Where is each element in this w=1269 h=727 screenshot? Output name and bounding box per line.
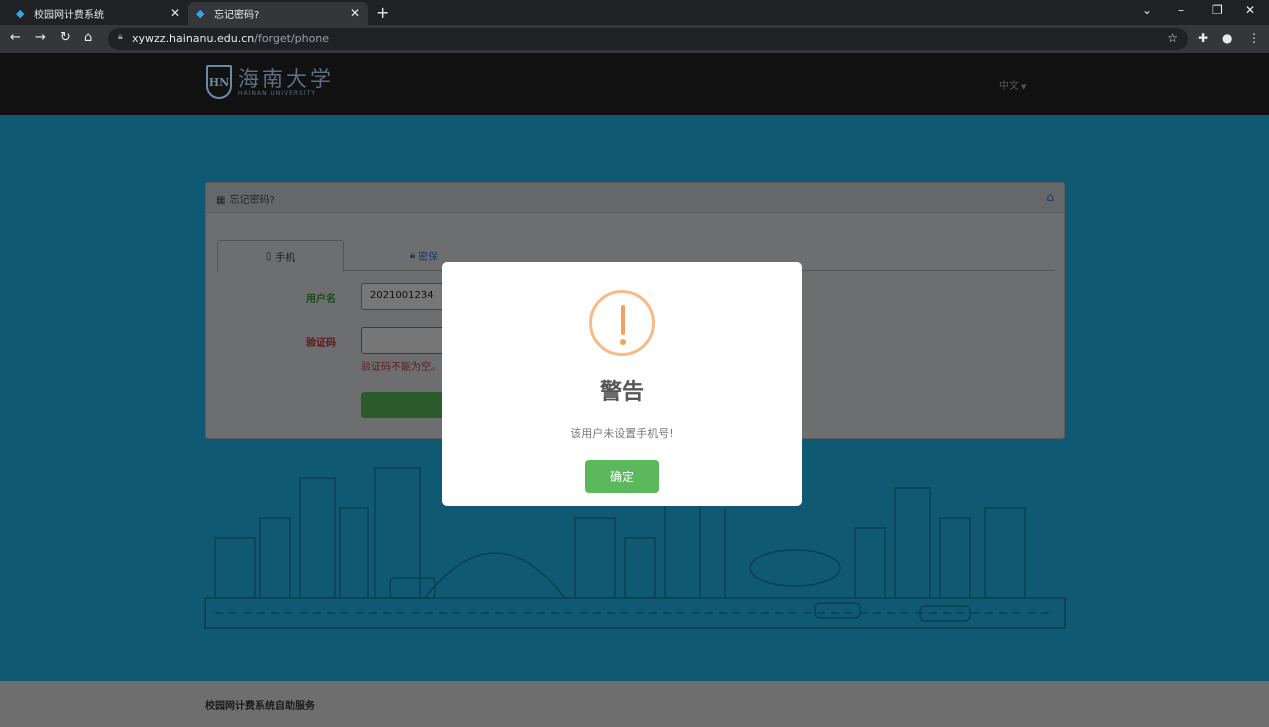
- university-logo[interactable]: HN 海南大学 HAINAN UNIVERSITY: [206, 65, 334, 99]
- close-tab-icon[interactable]: ✕: [170, 6, 180, 20]
- captcha-label: 验证码: [306, 338, 336, 349]
- bookmark-star-icon[interactable]: ☆: [1167, 31, 1178, 45]
- forward-icon[interactable]: →: [35, 30, 46, 45]
- tab-phone[interactable]: ▯ 手机: [217, 240, 344, 272]
- browser-tab-billing[interactable]: ◆ 校园网计费系统 ✕: [8, 2, 188, 25]
- browser-toolbar: ← → ↻ ⌂ 🔒︎ xywzz.hainanu.edu.cn/forget/p…: [0, 25, 1269, 53]
- tab-title: 忘记密码?: [214, 10, 260, 21]
- language-dropdown[interactable]: 中文 ▼: [999, 77, 1026, 92]
- panel-title: ▦ 忘记密码?: [216, 191, 275, 206]
- username-label: 用户名: [306, 294, 336, 305]
- minimize-icon[interactable]: –: [1178, 3, 1184, 17]
- lock-icon: 🔒︎: [118, 32, 123, 42]
- captcha-error: 验证码不能为空。: [361, 362, 441, 373]
- dialog-title: 警告: [599, 380, 644, 405]
- close-tab-icon[interactable]: ✕: [350, 6, 360, 20]
- tab-security-label: 密保: [418, 252, 439, 263]
- warning-dialog: 警告 该用户未设置手机号! 确定: [442, 262, 802, 506]
- home-icon[interactable]: ⌂: [1046, 190, 1054, 204]
- grid-icon: ▦: [216, 195, 226, 206]
- warning-icon: [589, 290, 655, 356]
- close-window-icon[interactable]: ✕: [1245, 3, 1255, 17]
- site-footer: 校园网计费系统自助服务: [0, 681, 1269, 727]
- more-menu-icon[interactable]: ⋮: [1248, 31, 1260, 45]
- diamond-favicon-icon: ◆: [16, 6, 25, 20]
- confirm-button[interactable]: 确定: [585, 460, 659, 493]
- profile-icon[interactable]: ●: [1222, 31, 1232, 45]
- logo-english-name: HAINAN UNIVERSITY: [238, 89, 316, 97]
- panel-heading: ▦ 忘记密码? ⌂: [206, 183, 1064, 213]
- logo-chinese-name: 海南大学: [238, 66, 334, 91]
- browser-tab-bar: ◆ 校园网计费系统 ✕ ◆ 忘记密码? ✕ + ⌄ – ❐ ✕: [0, 0, 1269, 25]
- language-label: 中文: [999, 81, 1019, 92]
- site-header: HN 海南大学 HAINAN UNIVERSITY 中文 ▼: [0, 53, 1269, 115]
- tab-title: 校园网计费系统: [34, 10, 104, 21]
- reload-icon[interactable]: ↻: [60, 30, 71, 45]
- back-icon[interactable]: ←: [10, 30, 21, 45]
- tab-search-icon[interactable]: ⌄: [1142, 3, 1152, 17]
- diamond-favicon-icon: ◆: [196, 6, 205, 20]
- restore-icon[interactable]: ❐: [1212, 3, 1223, 17]
- address-bar[interactable]: 🔒︎ xywzz.hainanu.edu.cn/forget/phone ☆: [108, 28, 1188, 50]
- url-text: xywzz.hainanu.edu.cn/forget/phone: [132, 32, 330, 45]
- extensions-icon[interactable]: ✚: [1198, 31, 1208, 45]
- new-tab-icon[interactable]: +: [376, 3, 389, 22]
- footer-text: 校园网计费系统自助服务: [205, 701, 315, 712]
- logo-badge: HN: [206, 65, 232, 99]
- mobile-icon: ▯: [265, 250, 272, 262]
- caret-down-icon: ▼: [1021, 83, 1027, 91]
- panel-title-text: 忘记密码?: [229, 195, 275, 206]
- browser-tab-forget[interactable]: ◆ 忘记密码? ✕: [188, 2, 368, 25]
- lock-icon: 🔒︎: [409, 250, 416, 261]
- dialog-message: 该用户未设置手机号!: [570, 427, 674, 440]
- home-browser-icon[interactable]: ⌂: [84, 30, 92, 45]
- tab-phone-label: 手机: [275, 252, 296, 264]
